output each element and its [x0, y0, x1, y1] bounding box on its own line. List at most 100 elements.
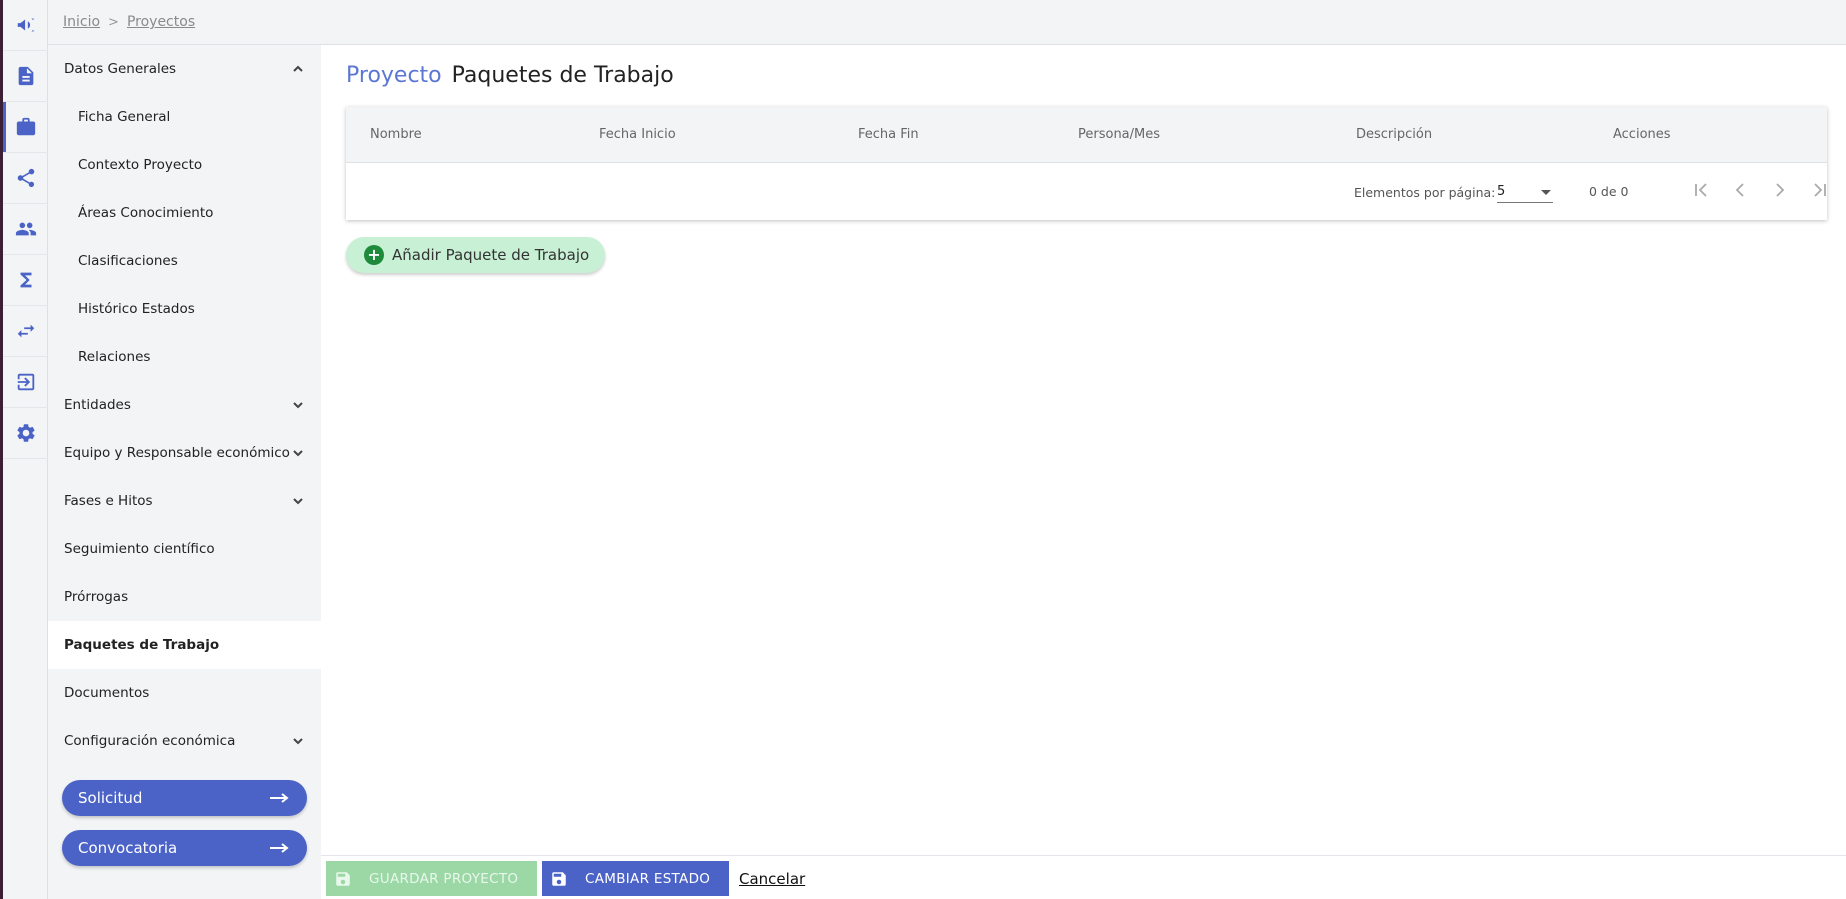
add-work-package-button[interactable]: + Añadir Paquete de Trabajo [346, 237, 606, 273]
page-size-select[interactable]: 5 [1497, 181, 1553, 203]
sidebar-item-relaciones[interactable]: Relaciones [48, 333, 321, 381]
sidebar-item-configuracion-economica[interactable]: Configuración económica [48, 717, 321, 765]
save-project-label: GUARDAR PROYECTO [369, 870, 519, 887]
sidebar-item-label: Áreas Conocimiento [78, 205, 214, 221]
last-page-icon [1814, 183, 1826, 197]
solicitud-button[interactable]: Solicitud [62, 780, 307, 816]
chevron-right-icon [1776, 183, 1785, 197]
sigma-icon [20, 272, 31, 288]
arrow-right-icon [270, 843, 289, 853]
sidebar-item-label: Paquetes de Trabajo [64, 637, 220, 653]
column-header-fecha-inicio[interactable]: Fecha Inicio [599, 127, 676, 142]
chevron-down-icon [291, 734, 305, 748]
sidebar-item-fases-hitos[interactable]: Fases e Hitos [48, 477, 321, 525]
sidebar-item-datos-generales[interactable]: Datos Generales [48, 45, 321, 93]
gear-icon [16, 424, 35, 442]
sidebar-item-equipo-responsable[interactable]: Equipo y Responsable económico [48, 429, 321, 477]
dropdown-arrow-icon [1541, 190, 1551, 195]
megaphone-icon [17, 18, 35, 32]
logout-icon [17, 373, 34, 391]
rail-item-share[interactable] [3, 153, 48, 204]
rail-item-announcements[interactable] [3, 0, 48, 51]
next-page-button[interactable] [1770, 180, 1790, 200]
sidebar-item-contexto-proyecto[interactable]: Contexto Proyecto [48, 141, 321, 189]
sidebar-item-label: Relaciones [78, 349, 151, 365]
save-icon [336, 871, 350, 886]
add-circle-icon: + [364, 245, 384, 265]
chevron-left-icon [1735, 183, 1744, 197]
rail-item-projects[interactable] [3, 102, 48, 153]
sidebar-item-paquetes-trabajo[interactable]: Paquetes de Trabajo [48, 621, 321, 669]
sidebar-item-ficha-general[interactable]: Ficha General [48, 93, 321, 141]
rail-item-transfer[interactable] [3, 306, 48, 357]
cancel-link[interactable]: Cancelar [739, 870, 805, 888]
rail-item-people[interactable] [3, 204, 48, 255]
first-page-icon [1695, 183, 1707, 197]
items-per-page-label: Elementos por página: [1354, 185, 1496, 200]
page-size-value: 5 [1497, 184, 1506, 199]
breadcrumb-current-link[interactable]: Proyectos [127, 14, 195, 30]
sidebar-item-seguimiento-cientifico[interactable]: Seguimiento científico [48, 525, 321, 573]
breadcrumb-home-link[interactable]: Inicio [63, 14, 100, 30]
rail-item-settings[interactable] [3, 408, 48, 459]
people-icon [15, 222, 36, 236]
icon-rail [3, 0, 48, 899]
sidebar-item-label: Configuración económica [64, 733, 236, 749]
page-range-label: 0 de 0 [1589, 184, 1629, 199]
sidebar-item-entidades[interactable]: Entidades [48, 381, 321, 429]
sidebar-item-clasificaciones[interactable]: Clasificaciones [48, 237, 321, 285]
add-work-package-label: Añadir Paquete de Trabajo [392, 246, 590, 264]
chevron-down-icon [291, 446, 305, 460]
column-header-acciones: Acciones [1613, 127, 1671, 142]
main-content: Proyecto Paquetes de Trabajo Nombre Fech… [321, 45, 1846, 855]
sidebar-item-label: Entidades [64, 397, 131, 413]
footer-action-bar: GUARDAR PROYECTO CAMBIAR ESTADO Cancelar [321, 855, 1846, 899]
sidebar-item-areas-conocimiento[interactable]: Áreas Conocimiento [48, 189, 321, 237]
sidebar-item-label: Ficha General [78, 109, 171, 125]
change-state-label: CAMBIAR ESTADO [585, 870, 711, 887]
sidebar-item-documentos[interactable]: Documentos [48, 669, 321, 717]
first-page-button[interactable] [1691, 180, 1711, 200]
sidebar-item-prorrogas[interactable]: Prórrogas [48, 573, 321, 621]
breadcrumb: Inicio > Proyectos [48, 0, 1846, 45]
sidebar-item-label: Prórrogas [64, 589, 129, 605]
transfer-icon [17, 324, 34, 338]
document-icon [18, 66, 33, 86]
chevron-right-icon: > [108, 14, 119, 30]
previous-page-button[interactable] [1730, 180, 1750, 200]
column-header-descripcion[interactable]: Descripción [1356, 127, 1432, 142]
sidebar-item-historico-estados[interactable]: Histórico Estados [48, 285, 321, 333]
column-header-nombre[interactable]: Nombre [370, 127, 422, 142]
sidebar-item-label: Clasificaciones [78, 253, 178, 269]
page-title: Paquetes de Trabajo [451, 63, 674, 88]
paginator: Elementos por página: 5 0 de 0 [346, 163, 1827, 219]
page-heading: Proyecto Paquetes de Trabajo [346, 63, 674, 88]
solicitud-button-label: Solicitud [78, 789, 143, 807]
convocatoria-button[interactable]: Convocatoria [62, 830, 307, 866]
chevron-down-icon [291, 398, 305, 412]
arrow-right-icon [270, 793, 289, 803]
sidebar-item-label: Equipo y Responsable económico [64, 445, 290, 461]
rail-item-documents[interactable] [3, 51, 48, 102]
sidebar-item-label: Fases e Hitos [64, 493, 153, 509]
column-header-fecha-fin[interactable]: Fecha Fin [858, 127, 919, 142]
share-icon [17, 168, 34, 188]
last-page-button[interactable] [1810, 180, 1830, 200]
page-section-label: Proyecto [346, 63, 442, 88]
convocatoria-button-label: Convocatoria [78, 839, 178, 857]
chevron-up-icon [291, 62, 305, 76]
sidebar-item-label: Seguimiento científico [64, 541, 215, 557]
sidebar-item-label: Histórico Estados [78, 301, 195, 317]
save-icon [552, 871, 566, 886]
sidebar-item-label: Documentos [64, 685, 150, 701]
change-state-button[interactable]: CAMBIAR ESTADO [542, 861, 729, 896]
briefcase-icon [16, 117, 35, 136]
rail-item-sigma[interactable] [3, 255, 48, 306]
work-packages-table: Nombre Fecha Inicio Fecha Fin Persona/Me… [346, 107, 1827, 220]
sidebar-item-label: Datos Generales [64, 61, 177, 77]
sidebar-item-label: Contexto Proyecto [78, 157, 203, 173]
chevron-down-icon [291, 494, 305, 508]
column-header-persona-mes[interactable]: Persona/Mes [1078, 127, 1160, 142]
rail-item-logout[interactable] [3, 357, 48, 408]
save-project-button[interactable]: GUARDAR PROYECTO [326, 861, 537, 896]
